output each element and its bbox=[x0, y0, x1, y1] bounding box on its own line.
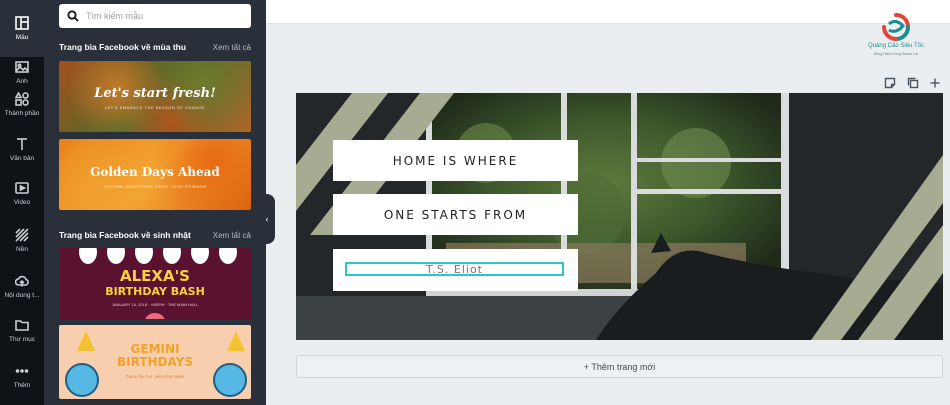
author-text[interactable]: T.S. Eliot bbox=[426, 263, 483, 276]
section-header-birthday: Trang bìa Facebook về sinh nhật Xem tất … bbox=[59, 228, 251, 242]
quote-line-2-box[interactable]: ONE STARTS FROM bbox=[333, 194, 578, 235]
brand-logo: Quảng Cáo Siêu Tốc Đồng Hành Cùng Doanh … bbox=[860, 12, 932, 64]
add-new-page-button[interactable]: + Thêm trang mới bbox=[296, 355, 943, 378]
rail-label: Nền bbox=[16, 246, 28, 253]
template-subtitle: AUTUMN GREETINGS FROM YOUR FRIENDS bbox=[103, 184, 207, 189]
rail-label: Thư mục bbox=[8, 336, 36, 343]
template-thumbnail[interactable]: ALEXA'S BIRTHDAY BASH JANUARY 15, 2018 ·… bbox=[59, 248, 251, 319]
search-input[interactable] bbox=[86, 11, 236, 21]
template-thumbnail[interactable]: GEMINI BIRTHDAYS Twice the fun, twice th… bbox=[59, 325, 251, 399]
more-icon bbox=[15, 369, 29, 373]
search-icon bbox=[67, 10, 79, 22]
template-subtitle: JANUARY 15, 2018 · 4:00PM · THE MAIN HAL… bbox=[111, 302, 199, 307]
template-thumbnail[interactable]: Golden Days Ahead AUTUMN GREETINGS FROM … bbox=[59, 139, 251, 210]
template-title: GEMINI BIRTHDAYS bbox=[59, 343, 251, 369]
section-title: Trang bìa Facebook về sinh nhật bbox=[59, 230, 191, 240]
rail-label: Thành phần bbox=[4, 110, 40, 117]
decoration-dot bbox=[145, 313, 165, 319]
template-title: Golden Days Ahead bbox=[90, 165, 220, 179]
see-all-link[interactable]: Xem tất cả bbox=[213, 43, 251, 52]
quote-line-1-box[interactable]: HOME IS WHERE bbox=[333, 140, 578, 181]
rail-label: Mẫu bbox=[15, 34, 29, 41]
quote-line-1[interactable]: HOME IS WHERE bbox=[393, 154, 519, 168]
text-icon bbox=[17, 138, 27, 150]
template-title-line: ALEXA'S bbox=[120, 267, 190, 285]
top-bar bbox=[266, 0, 950, 24]
quote-line-2[interactable]: ONE STARTS FROM bbox=[384, 208, 527, 222]
rail-item-more[interactable]: Thêm bbox=[0, 348, 44, 405]
left-icon-rail: Mẫu Ảnh Thành phần Văn bản Video Nền Nội… bbox=[0, 0, 44, 405]
balloon-decoration bbox=[59, 248, 251, 264]
rail-label: Nội dung t... bbox=[4, 292, 40, 299]
note-button[interactable] bbox=[884, 76, 896, 89]
section-title: Trang bìa Facebook về mùa thu bbox=[59, 42, 187, 52]
logo-mark-icon bbox=[882, 13, 910, 41]
rail-label: Thêm bbox=[13, 382, 31, 389]
shapes-icon bbox=[15, 92, 29, 106]
search-box[interactable] bbox=[59, 4, 251, 28]
video-icon bbox=[15, 182, 29, 194]
note-icon bbox=[884, 77, 896, 89]
author-box[interactable]: T.S. Eliot bbox=[333, 249, 578, 291]
template-subtitle: LET'S EMBRACE THE SEASON OF CHANGE bbox=[104, 105, 206, 110]
add-page-icon-button[interactable] bbox=[929, 76, 941, 88]
section-header-autumn: Trang bìa Facebook về mùa thu Xem tất cả bbox=[59, 40, 251, 54]
background-icon bbox=[15, 228, 29, 242]
template-thumbnail[interactable]: Let's start fresh! LET'S EMBRACE THE SEA… bbox=[59, 61, 251, 132]
logo-tagline: Đồng Hành Cùng Doanh Lợi bbox=[873, 52, 919, 56]
template-title: Let's start fresh! bbox=[94, 86, 216, 101]
rail-label: Văn bản bbox=[9, 155, 35, 162]
upload-icon bbox=[15, 275, 29, 287]
folder-icon bbox=[15, 320, 29, 331]
chevron-left-icon: ‹ bbox=[265, 214, 269, 224]
template-subtitle: Twice the fun, twice the cake! bbox=[125, 374, 185, 379]
template-title-line: BIRTHDAYS bbox=[117, 355, 193, 369]
template-title-line: BIRTHDAY BASH bbox=[105, 285, 205, 298]
rail-label: Video bbox=[13, 199, 31, 206]
plus-icon bbox=[930, 78, 940, 88]
text-selection-box[interactable]: T.S. Eliot bbox=[345, 262, 564, 276]
design-canvas[interactable]: HOME IS WHERE ONE STARTS FROM T.S. Eliot bbox=[296, 93, 943, 340]
duplicate-page-button[interactable] bbox=[907, 76, 919, 89]
see-all-link[interactable]: Xem tất cả bbox=[213, 231, 251, 240]
image-icon bbox=[15, 61, 29, 73]
template-panel: Trang bìa Facebook về mùa thu Xem tất cả… bbox=[44, 0, 266, 405]
logo-name: Quảng Cáo Siêu Tốc bbox=[868, 43, 924, 49]
layout-icon bbox=[15, 16, 29, 30]
duplicate-icon bbox=[907, 77, 919, 89]
collapse-panel-button[interactable]: ‹ bbox=[259, 194, 275, 244]
template-title: ALEXA'S BIRTHDAY BASH bbox=[59, 268, 251, 300]
